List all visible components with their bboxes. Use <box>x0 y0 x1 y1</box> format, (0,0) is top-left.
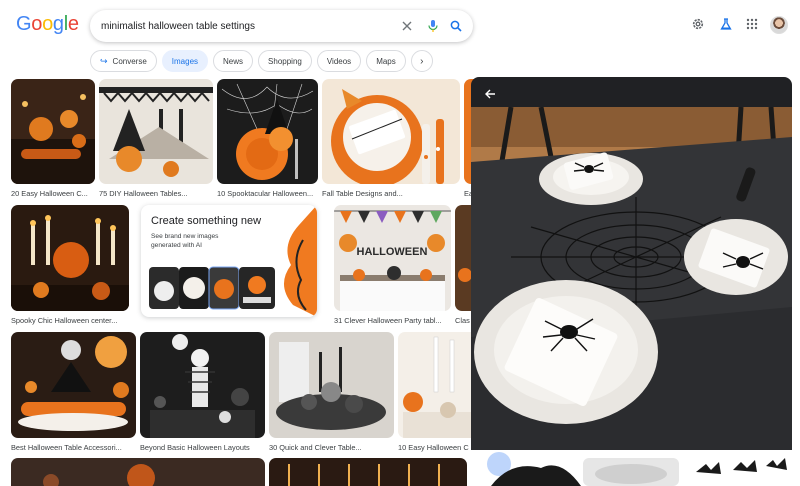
result-title: Beyond Basic Halloween Layouts <box>140 443 250 452</box>
result-title: 75 DIY Halloween Tables... <box>99 189 188 198</box>
chip-news[interactable]: News <box>213 50 254 72</box>
chips-next-button[interactable]: › <box>410 50 433 72</box>
logo-letter: g <box>52 13 64 35</box>
arrow-back-icon[interactable] <box>481 85 499 103</box>
result-thumbnail <box>322 79 460 184</box>
result-title: 10 Easy Halloween C <box>398 443 469 452</box>
search-input[interactable] <box>101 20 391 32</box>
chip-maps[interactable]: Maps <box>366 50 406 72</box>
preview-image[interactable] <box>471 106 792 450</box>
image-result[interactable]: 30 Quick and Clever Table... <box>269 332 394 452</box>
ai-sample-images <box>149 205 317 317</box>
result-title: 10 Spooktacular Halloween... <box>217 189 314 198</box>
chip-label: Maps <box>376 56 396 66</box>
result-title: Best Halloween Table Accessori... <box>11 443 122 452</box>
related-images-strip <box>471 450 792 486</box>
result-thumbnail <box>11 205 129 311</box>
image-result[interactable]: 10 Spooktacular Halloween... <box>217 79 318 198</box>
result-thumbnail <box>99 79 213 184</box>
image-result[interactable] <box>11 458 265 486</box>
chip-label: Images <box>171 56 199 66</box>
halloween-banner: HALLOWEEN <box>357 246 428 258</box>
result-thumbnail <box>269 332 394 438</box>
logo-letter: o <box>42 13 53 35</box>
image-preview-panel <box>471 77 792 486</box>
chip-label: Videos <box>326 56 352 66</box>
image-result[interactable]: Spooky Chic Halloween center... <box>11 205 129 325</box>
image-result[interactable]: 20 Easy Halloween C... <box>11 79 95 198</box>
avatar[interactable] <box>770 16 788 34</box>
image-result[interactable]: Fall Table Designs and... <box>322 79 460 198</box>
result-thumbnail <box>11 332 136 438</box>
result-thumbnail <box>269 458 467 486</box>
result-thumbnail <box>217 79 318 184</box>
apps-grid-icon[interactable] <box>744 16 760 32</box>
result-thumbnail: HALLOWEEN <box>334 205 451 311</box>
result-title: 30 Quick and Clever Table... <box>269 443 362 452</box>
image-result[interactable]: 75 DIY Halloween Tables... <box>99 79 213 198</box>
converse-arrow-icon: ↪ <box>100 55 108 66</box>
chip-label: News <box>223 56 244 66</box>
result-title: 31 Clever Halloween Party tabl... <box>334 316 442 325</box>
image-result[interactable]: Beyond Basic Halloween Layouts <box>140 332 265 452</box>
chip-converse[interactable]: ↪ Converse <box>90 50 157 72</box>
labs-flask-icon[interactable] <box>718 16 734 32</box>
create-ai-card[interactable]: Create something new See brand new image… <box>141 205 317 317</box>
chip-label: Shopping <box>268 56 302 66</box>
microphone-icon[interactable] <box>423 16 443 36</box>
chip-images[interactable]: Images <box>161 50 209 72</box>
image-result[interactable] <box>269 458 467 486</box>
result-thumbnail <box>11 458 265 486</box>
search-box <box>90 10 473 42</box>
chevron-right-icon: › <box>420 55 424 67</box>
logo-letter: G <box>16 13 32 35</box>
image-result[interactable]: 10 Easy Halloween C <box>398 332 474 452</box>
logo-letter: o <box>31 13 43 35</box>
result-title: Spooky Chic Halloween center... <box>11 316 118 325</box>
filter-chips: ↪ Converse Images News Shopping Videos Ma… <box>90 50 433 72</box>
image-result[interactable]: Best Halloween Table Accessori... <box>11 332 136 452</box>
logo-letter: e <box>67 13 79 35</box>
gear-icon[interactable] <box>690 16 706 32</box>
search-icon[interactable] <box>446 16 466 36</box>
chip-videos[interactable]: Videos <box>316 50 362 72</box>
chip-shopping[interactable]: Shopping <box>258 50 312 72</box>
header: Google <box>0 0 800 48</box>
result-thumbnail <box>398 332 474 438</box>
result-title: 20 Easy Halloween C... <box>11 189 88 198</box>
close-icon[interactable] <box>397 16 417 36</box>
result-title: Fall Table Designs and... <box>322 189 403 198</box>
image-result[interactable]: HALLOWEEN 31 Clever Halloween Party tabl… <box>334 205 451 325</box>
chip-label: Converse <box>112 56 147 66</box>
google-logo[interactable]: Google <box>16 13 79 36</box>
result-thumbnail <box>11 79 95 184</box>
result-thumbnail <box>140 332 265 438</box>
